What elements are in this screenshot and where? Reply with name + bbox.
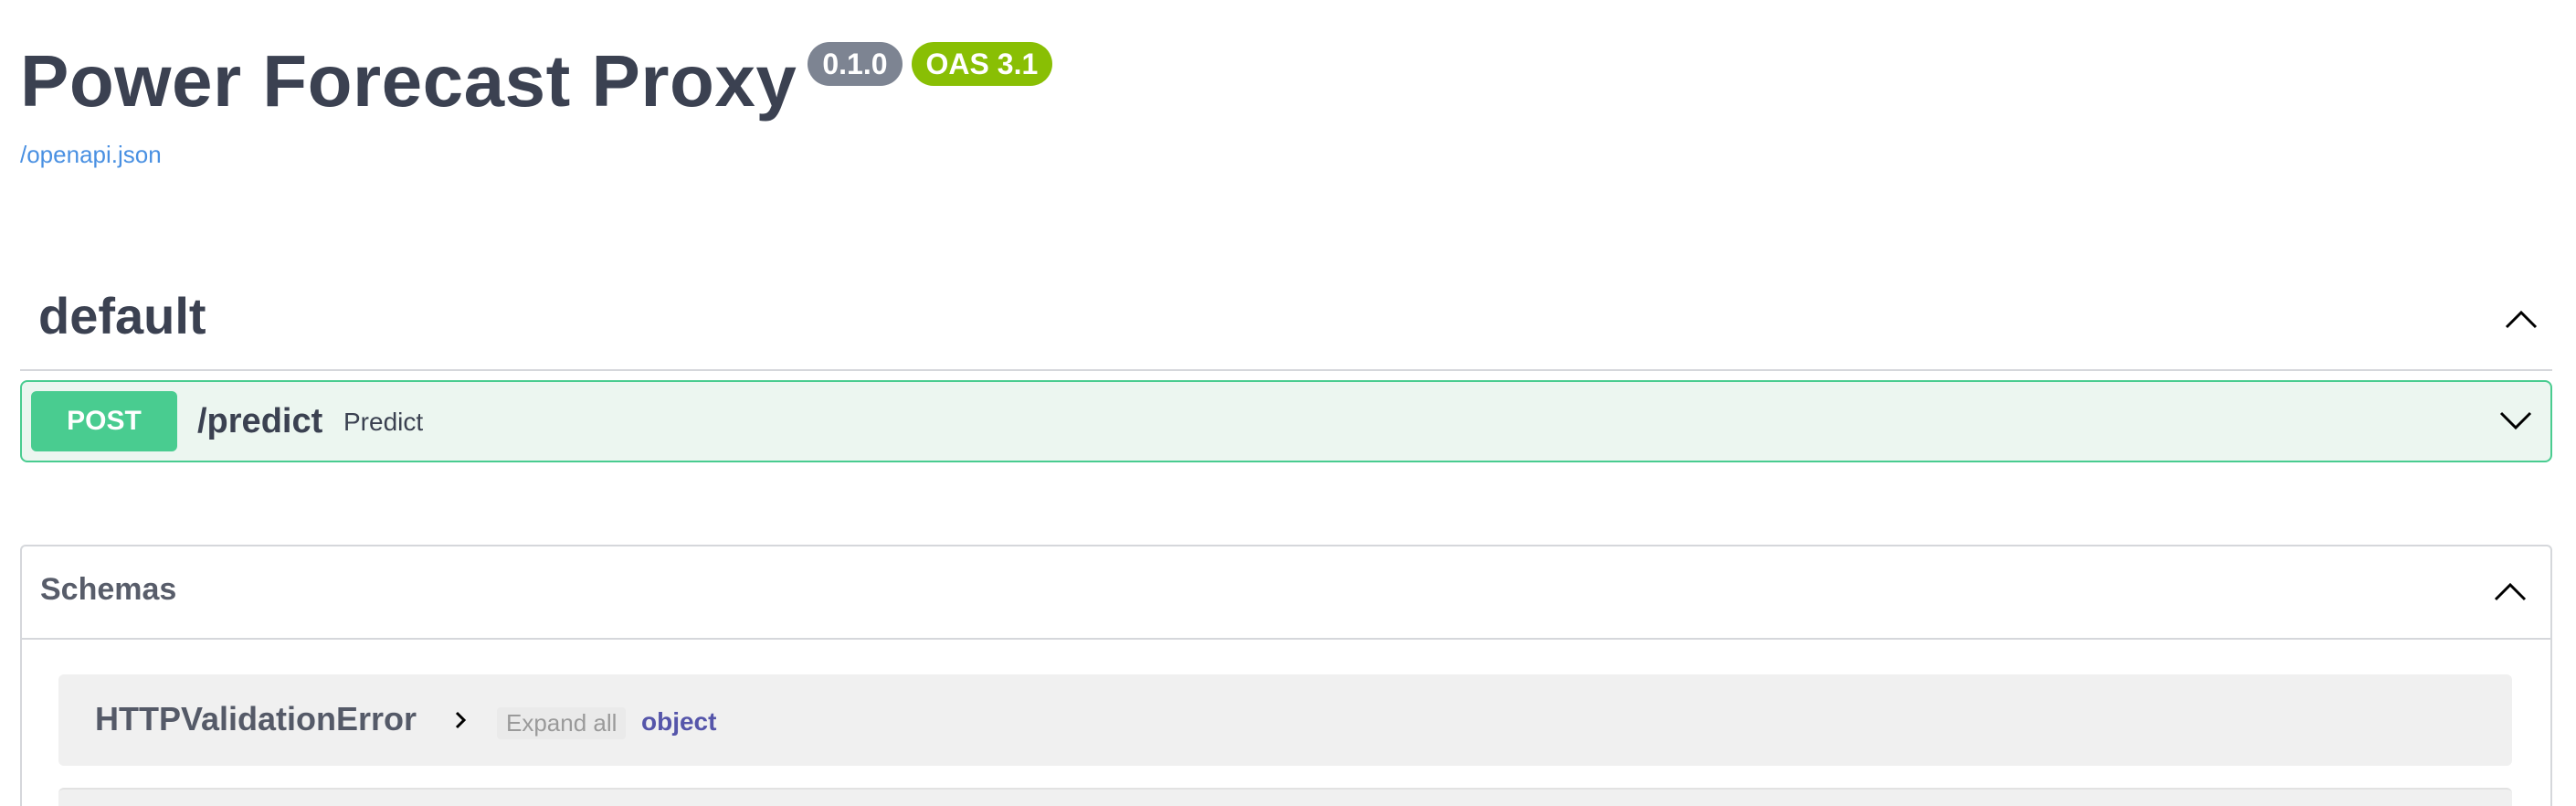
title-row: Power Forecast Proxy 0.1.0 OAS 3.1 (20, 31, 1053, 132)
operation-post-predict[interactable]: POST /predict Predict (20, 380, 2552, 462)
schemas-header[interactable]: Schemas (22, 546, 2550, 640)
api-title: Power Forecast Proxy (20, 40, 797, 122)
api-info: Power Forecast Proxy 0.1.0 OAS 3.1 (20, 31, 1053, 132)
operation-summary: Predict (343, 408, 424, 436)
chevron-right-icon[interactable] (449, 709, 471, 731)
chevron-up-icon[interactable] (2492, 574, 2528, 610)
schema-model-next[interactable] (58, 788, 2512, 806)
schema-model-httpvalidationerror[interactable]: HTTPValidationError Expand all object (58, 674, 2512, 766)
schemas-title: Schemas (40, 572, 177, 607)
tag-title: default (38, 287, 206, 345)
swagger-ui-page: Power Forecast Proxy 0.1.0 OAS 3.1 /open… (0, 0, 2576, 806)
expand-all-button[interactable]: Expand all (497, 707, 627, 739)
chevron-down-icon[interactable] (2497, 402, 2534, 439)
operation-path: /predict (197, 402, 323, 440)
openapi-spec-link[interactable]: /openapi.json (20, 141, 162, 169)
oas-badge: OAS 3.1 (911, 42, 1053, 86)
version-badge: 0.1.0 (808, 42, 903, 86)
tag-section-default[interactable]: default (20, 270, 2552, 371)
schemas-section: Schemas HTTPValidationError Expand all o… (20, 545, 2552, 806)
model-type: object (641, 707, 717, 736)
model-name[interactable]: HTTPValidationError (95, 700, 417, 738)
chevron-up-icon[interactable] (2503, 302, 2539, 338)
http-method-badge: POST (31, 391, 177, 451)
